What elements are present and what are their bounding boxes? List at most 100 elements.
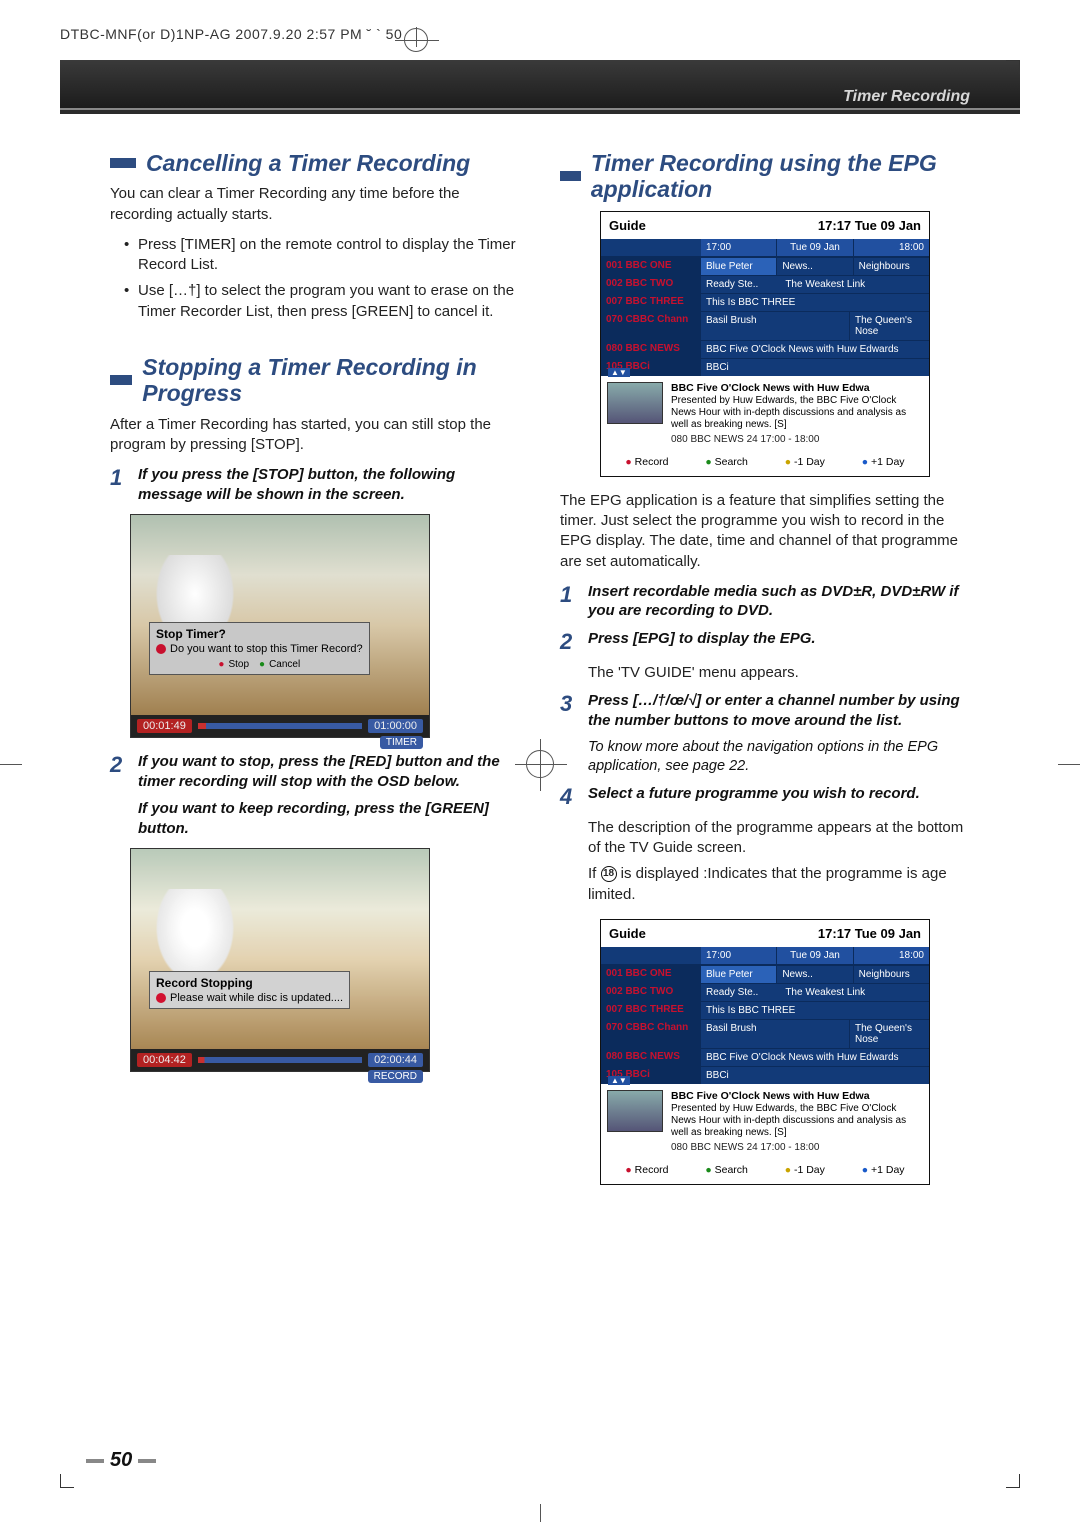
step: 3 Press […/†/œ/√] or enter a channel num… [560, 691, 970, 730]
record-button[interactable]: Record [625, 1164, 668, 1176]
search-button[interactable]: Search [705, 1164, 748, 1176]
plus-day-button[interactable]: +1 Day [862, 456, 905, 468]
step: 1 If you press the [STOP] button, the fo… [110, 465, 520, 504]
scroll-arrows-icon[interactable]: ▲▼ [608, 368, 630, 377]
cancel-button[interactable]: Cancel [259, 659, 300, 670]
time-header: 18:00 [853, 947, 929, 965]
programme-cell[interactable]: Neighbours [853, 257, 929, 275]
programme-cell[interactable]: The Weakest Link [780, 275, 929, 293]
channel-cell[interactable]: 007 BBC THREE [601, 1001, 701, 1019]
channel-cell[interactable]: 001 BBC ONE [601, 965, 701, 983]
step-number: 2 [560, 629, 578, 655]
time-header: 17:00 [701, 239, 776, 257]
thumbnail [607, 1090, 663, 1132]
step-text: Select a future programme you wish to re… [588, 784, 920, 810]
search-button[interactable]: Search [705, 456, 748, 468]
programme-cell[interactable]: Neighbours [853, 965, 929, 983]
step-note: The description of the programme appears… [588, 818, 970, 859]
total-time: 01:00:00 [368, 719, 423, 733]
bullet-list: Press [TIMER] on the remote control to d… [124, 235, 520, 322]
desc-channel: 080 BBC NEWS 24 17:00 - 18:00 [671, 1142, 923, 1154]
channel-cell[interactable]: 070 CBBC Chann [601, 311, 701, 340]
channel-cell[interactable]: 080 BBC NEWS [601, 1048, 701, 1066]
step-number: 3 [560, 691, 578, 730]
programme-cell[interactable]: Basil Brush [701, 311, 849, 340]
heading: Cancelling a Timer Recording [110, 150, 520, 176]
mode-badge: TIMER [380, 736, 423, 749]
channel-cell[interactable]: 070 CBBC Chann [601, 1019, 701, 1048]
guide-description: BBC Five O'Clock News with Huw Edwa Pres… [601, 376, 929, 452]
programme-cell[interactable]: Basil Brush [701, 1019, 849, 1048]
step: 1 Insert recordable media such as DVD±R,… [560, 582, 970, 621]
screenshot-image: Record Stopping Please wait while disc i… [131, 849, 429, 1049]
crop-mark [1006, 1474, 1020, 1488]
guide-title: Guide [609, 926, 646, 941]
programme-cell[interactable]: This Is BBC THREE [701, 293, 929, 311]
programme-cell[interactable]: BBC Five O'Clock News with Huw Edwards [701, 340, 929, 358]
page-number: 50 [80, 1449, 162, 1472]
thumbnail [607, 382, 663, 424]
content-columns: Cancelling a Timer Recording You can cle… [110, 150, 970, 1199]
heading-bar-icon [110, 158, 136, 168]
stop-button[interactable]: Stop [218, 659, 249, 670]
age-limit-icon: 18 [601, 866, 617, 882]
heading-bar-icon [560, 171, 581, 181]
total-time: 02:00:44 [368, 1053, 423, 1067]
programme-cell[interactable]: The Queen's Nose [849, 311, 929, 340]
guide-clock: 17:17 Tue 09 Jan [818, 926, 921, 941]
time-header: Tue 09 Jan [776, 947, 852, 965]
left-column: Cancelling a Timer Recording You can cle… [110, 150, 520, 1199]
programme-cell[interactable]: BBC Five O'Clock News with Huw Edwards [701, 1048, 929, 1066]
plus-day-button[interactable]: +1 Day [862, 1164, 905, 1176]
programme-cell[interactable]: Blue Peter [701, 257, 776, 275]
programme-cell[interactable]: BBCi [701, 358, 929, 376]
crop-tick [0, 764, 22, 765]
dialog-message: Please wait while disc is updated.... [170, 992, 343, 1004]
step-text: Press […/†/œ/√] or enter a channel numbe… [588, 691, 970, 730]
registration-mark-center [526, 750, 554, 778]
desc-title: BBC Five O'Clock News with Huw Edwa [671, 382, 870, 394]
minus-day-button[interactable]: -1 Day [785, 456, 825, 468]
heading-epg: Timer Recording using the EPG applicatio… [591, 150, 970, 203]
crop-mark [60, 1474, 74, 1488]
programme-cell[interactable]: Blue Peter [701, 965, 776, 983]
channel-cell[interactable]: 002 BBC TWO [601, 983, 701, 1001]
guide-description: BBC Five O'Clock News with Huw Edwa Pres… [601, 1084, 929, 1160]
programme-cell[interactable]: Ready Ste.. [701, 983, 780, 1001]
step-number: 1 [110, 465, 128, 504]
step-number: 4 [560, 784, 578, 810]
screenshot-record-stopping: Record Stopping Please wait while disc i… [130, 848, 430, 1072]
programme-cell[interactable]: The Weakest Link [780, 983, 929, 1001]
dialog-title: Record Stopping [156, 976, 343, 990]
step-number: 1 [560, 582, 578, 621]
channel-cell[interactable]: 001 BBC ONE [601, 257, 701, 275]
programme-cell[interactable]: BBCi [701, 1066, 929, 1084]
channel-cell[interactable]: 080 BBC NEWS [601, 340, 701, 358]
programme-cell[interactable]: News.. [776, 965, 852, 983]
scroll-arrows-icon[interactable]: ▲▼ [608, 1076, 630, 1085]
guide-clock: 17:17 Tue 09 Jan [818, 218, 921, 233]
crop-mark [1006, 60, 1020, 74]
programme-cell[interactable]: The Queen's Nose [849, 1019, 929, 1048]
guide-buttons: Record Search -1 Day +1 Day [601, 452, 929, 476]
registration-mark-top [404, 28, 428, 52]
step-text: If you want to keep recording, press the… [138, 799, 520, 838]
minus-day-button[interactable]: -1 Day [785, 1164, 825, 1176]
heading-stopping: Stopping a Timer Recording in Progress [142, 354, 520, 407]
dialog: Stop Timer? Do you want to stop this Tim… [149, 622, 370, 675]
crop-tick [1058, 764, 1080, 765]
elapsed-time: 00:04:42 [137, 1053, 192, 1067]
dialog-title: Stop Timer? [156, 627, 363, 641]
channel-cell[interactable]: 002 BBC TWO [601, 275, 701, 293]
programme-cell[interactable]: News.. [776, 257, 852, 275]
step-text: If you press the [STOP] button, the foll… [138, 465, 520, 504]
channel-cell[interactable]: 007 BBC THREE [601, 293, 701, 311]
screenshot-image: Stop Timer? Do you want to stop this Tim… [131, 515, 429, 715]
programme-cell[interactable]: Ready Ste.. [701, 275, 780, 293]
section-label: Timer Recording [843, 88, 970, 106]
desc-body: Presented by Huw Edwards, the BBC Five O… [671, 1103, 906, 1138]
record-button[interactable]: Record [625, 456, 668, 468]
programme-cell[interactable]: This Is BBC THREE [701, 1001, 929, 1019]
heading-bar-icon [110, 375, 132, 385]
step-text: Insert recordable media such as DVD±R, D… [588, 582, 970, 621]
